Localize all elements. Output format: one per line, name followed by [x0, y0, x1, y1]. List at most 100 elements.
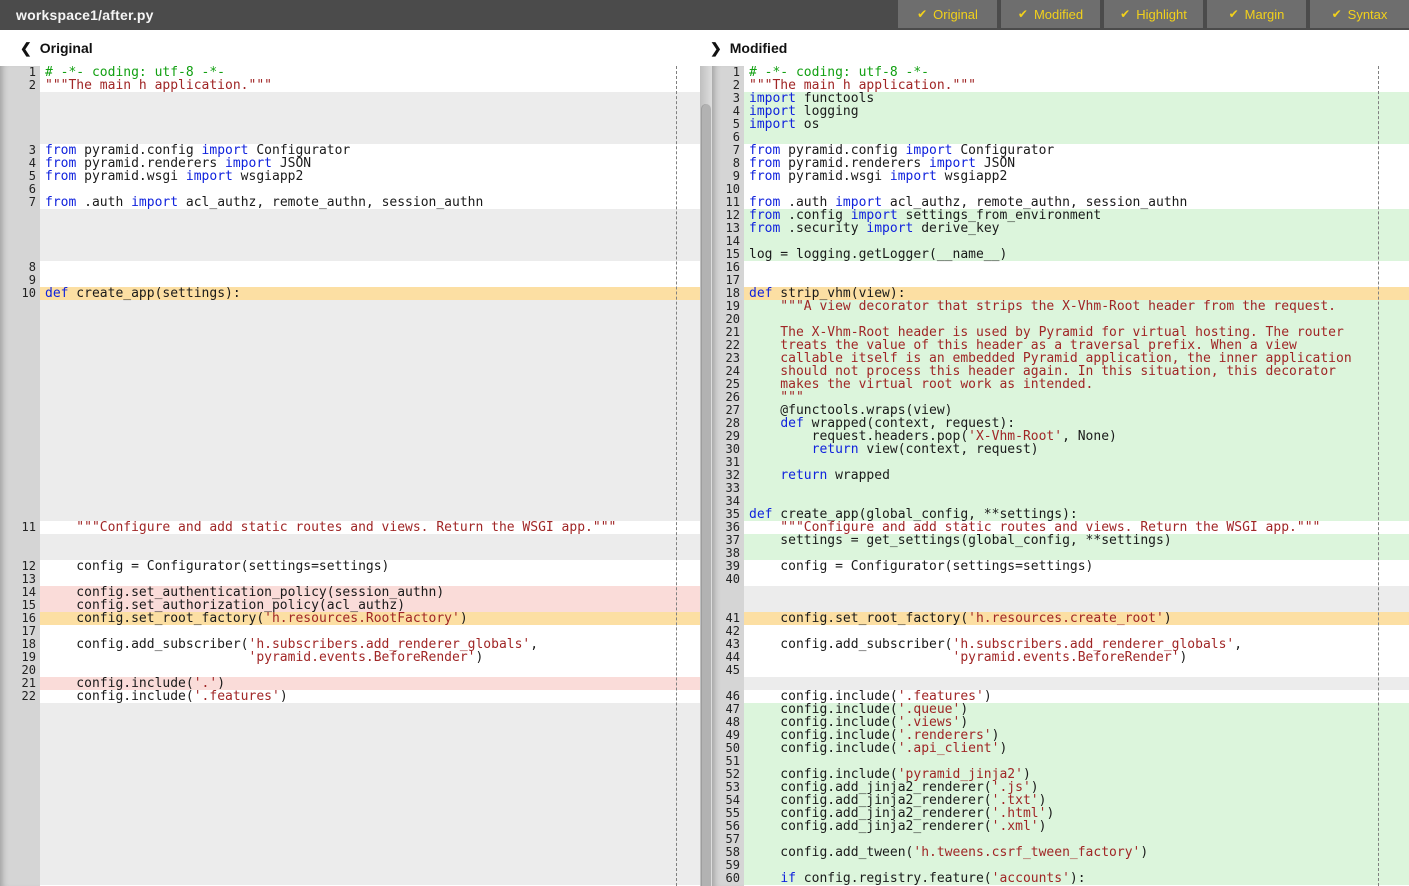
filler-row [744, 586, 1409, 599]
code-row: from .security import derive_key [744, 222, 1409, 235]
filler-row [40, 716, 700, 729]
filler-row [40, 443, 700, 456]
line-number [0, 209, 40, 222]
toggle-button-label: Highlight [1136, 7, 1187, 22]
code-text: wsgiapp2 [937, 169, 1007, 184]
line-number [0, 794, 40, 807]
line-number [0, 482, 40, 495]
filler-row [40, 729, 700, 742]
line-number: 2 [0, 79, 40, 92]
code-text: """Configure and add static routes and v… [45, 520, 616, 535]
code-text: , [1234, 637, 1242, 652]
code-text: ) [1179, 650, 1187, 665]
line-number: 7 [0, 196, 40, 209]
code-row: """Configure and add static routes and v… [40, 521, 700, 534]
panel-header-modified: ❯ Modified [710, 36, 787, 60]
code-row: config.set_root_factory('h.resources.cre… [744, 612, 1409, 625]
code-text: config.add_jinja2_renderer( [749, 819, 992, 834]
chevron-right-icon: ❯ [710, 40, 722, 57]
line-number [712, 586, 744, 599]
code-text: config = Configurator(settings=settings) [45, 559, 389, 574]
code-text: from [45, 169, 76, 184]
code-text: 'pyramid.events.BeforeRender' [953, 650, 1180, 665]
toggle-button-margin[interactable]: ✔Margin [1207, 0, 1306, 28]
code-text: os [796, 117, 819, 132]
filler-row [40, 820, 700, 833]
line-number [0, 391, 40, 404]
scrollbar-thumb[interactable] [701, 104, 711, 886]
toggle-button-syntax[interactable]: ✔Syntax [1310, 0, 1409, 28]
line-number [0, 833, 40, 846]
code-pane-modified[interactable]: # -*- coding: utf-8 -*-"""The main h app… [744, 66, 1409, 886]
code-text: config.set_root_factory( [45, 611, 264, 626]
filler-row [40, 235, 700, 248]
code-row [744, 482, 1409, 495]
panel-header-modified-label: Modified [730, 40, 788, 56]
chevron-left-icon: ❮ [20, 40, 32, 57]
code-row: config.set_root_factory('h.resources.Roo… [40, 612, 700, 625]
code-text: return [780, 468, 827, 483]
filler-row [40, 313, 700, 326]
toggle-button-modified[interactable]: ✔Modified [1001, 0, 1100, 28]
filler-row [40, 859, 700, 872]
line-number [0, 781, 40, 794]
toggle-button-original[interactable]: ✔Original [898, 0, 997, 28]
code-row: from .auth import acl_authz, remote_auth… [40, 196, 700, 209]
code-text [749, 442, 812, 457]
code-text: """A view decorator that strips the X-Vh… [749, 299, 1336, 314]
code-row: config.include('.api_client') [744, 742, 1409, 755]
toggle-button-highlight[interactable]: ✔Highlight [1104, 0, 1203, 28]
scrollbar[interactable] [700, 66, 712, 886]
code-text: """The main h application.""" [45, 78, 272, 93]
code-text [749, 468, 780, 483]
code-text: acl_authz, remote_authn, session_authn [178, 195, 483, 210]
line-number [0, 92, 40, 105]
line-number [0, 846, 40, 859]
line-number: 40 [712, 573, 744, 586]
code-text: import [890, 169, 937, 184]
line-number [0, 872, 40, 885]
filler-row [40, 872, 700, 885]
code-text: ) [475, 650, 483, 665]
line-number [0, 352, 40, 365]
filler-row [40, 703, 700, 716]
filler-row [40, 417, 700, 430]
code-row: return wrapped [744, 469, 1409, 482]
line-number: 22 [0, 690, 40, 703]
line-number [0, 859, 40, 872]
line-number [0, 339, 40, 352]
titlebar: workspace1/after.py ✔Original✔Modified✔H… [0, 0, 1409, 30]
code-text: def [45, 286, 68, 301]
code-row [744, 573, 1409, 586]
code-text: import [186, 169, 233, 184]
code-text [45, 650, 249, 665]
filler-row [40, 326, 700, 339]
line-number [0, 716, 40, 729]
line-number [0, 729, 40, 742]
line-number [0, 703, 40, 716]
code-text: ) [1046, 806, 1054, 821]
code-text: 'h.resources.create_root' [968, 611, 1164, 626]
code-row: from pyramid.wsgi import wsgiapp2 [744, 170, 1409, 183]
line-number [0, 235, 40, 248]
code-text: .auth [76, 195, 131, 210]
check-icon: ✔ [1229, 7, 1239, 21]
code-text: ) [984, 689, 992, 704]
code-text: config.registry.feature( [796, 871, 992, 886]
filler-row [40, 768, 700, 781]
filler-row [40, 404, 700, 417]
filler-row [40, 755, 700, 768]
line-number [0, 495, 40, 508]
code-text: import [866, 221, 913, 236]
code-row: log = logging.getLogger(__name__) [744, 248, 1409, 261]
code-text: from [749, 169, 780, 184]
filler-row [40, 430, 700, 443]
toggle-button-label: Modified [1034, 7, 1083, 22]
code-row: config = Configurator(settings=settings) [40, 560, 700, 573]
line-number-gutter-modified: 1234567891011121314151617181920212223242… [712, 66, 744, 886]
check-icon: ✔ [1332, 7, 1342, 21]
filler-row [40, 534, 700, 547]
line-number [0, 443, 40, 456]
code-row: config = Configurator(settings=settings) [744, 560, 1409, 573]
code-pane-original[interactable]: # -*- coding: utf-8 -*-"""The main h app… [40, 66, 700, 886]
